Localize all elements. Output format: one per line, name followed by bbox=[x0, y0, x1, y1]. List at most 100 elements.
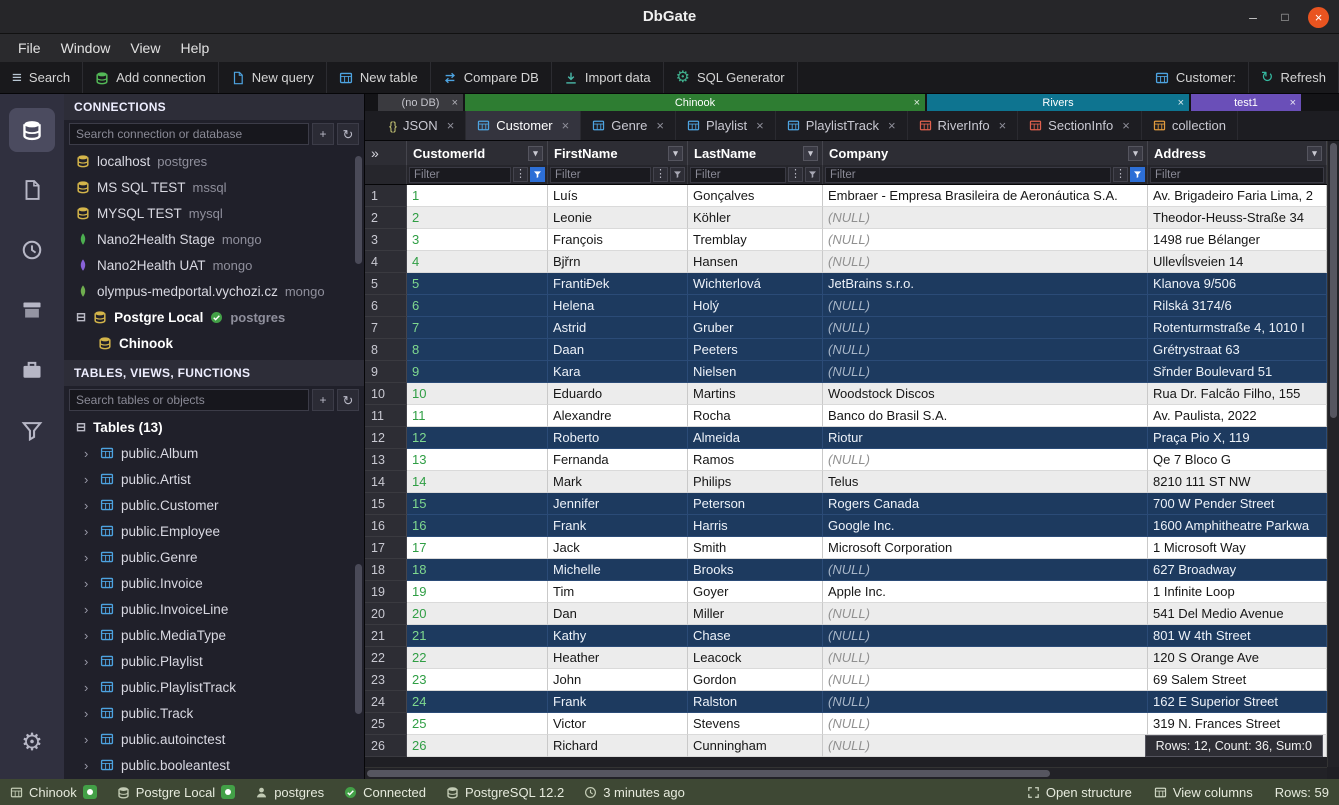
cell-lastname[interactable]: Goyer bbox=[688, 581, 823, 603]
menu-item-view[interactable]: View bbox=[120, 36, 170, 60]
cell-firstname[interactable]: Richard bbox=[548, 735, 688, 757]
rail-item-cell-data[interactable] bbox=[9, 408, 55, 452]
close-icon[interactable]: × bbox=[452, 97, 458, 109]
cell-company[interactable]: Microsoft Corporation bbox=[823, 537, 1148, 559]
cell-address[interactable]: 801 W 4th Street bbox=[1148, 625, 1327, 647]
cell-customerid[interactable]: 19 bbox=[407, 581, 548, 603]
tab-playlist[interactable]: Playlist× bbox=[676, 111, 776, 140]
cell-lastname[interactable]: Smith bbox=[688, 537, 823, 559]
connections-search-input[interactable] bbox=[69, 123, 309, 145]
cell-lastname[interactable]: Harris bbox=[688, 515, 823, 537]
toolbar-compare-db[interactable]: Compare DB bbox=[431, 62, 552, 93]
rail-item-archive[interactable] bbox=[9, 288, 55, 332]
row-number[interactable]: 23 bbox=[365, 669, 407, 691]
tab-playlisttrack[interactable]: PlaylistTrack× bbox=[776, 111, 908, 140]
cell-address[interactable]: 700 W Pender Street bbox=[1148, 493, 1327, 515]
cell-company[interactable]: (NULL) bbox=[823, 361, 1148, 383]
cell-address[interactable]: 1 Infinite Loop bbox=[1148, 581, 1327, 603]
cell-company[interactable]: JetBrains s.r.o. bbox=[823, 273, 1148, 295]
cell-firstname[interactable]: Mark bbox=[548, 471, 688, 493]
toolbar-search[interactable]: ≡Search bbox=[0, 62, 83, 93]
filter-menu-button[interactable]: ⋮ bbox=[788, 167, 803, 182]
cell-customerid[interactable]: 23 bbox=[407, 669, 548, 691]
row-number[interactable]: 3 bbox=[365, 229, 407, 251]
rail-item-connections[interactable] bbox=[9, 108, 55, 152]
row-number[interactable]: 18 bbox=[365, 559, 407, 581]
close-icon[interactable]: × bbox=[1122, 118, 1130, 133]
column-header-customerid[interactable]: CustomerId▾ bbox=[407, 141, 548, 165]
rail-item-files[interactable] bbox=[9, 168, 55, 212]
menu-item-file[interactable]: File bbox=[8, 36, 51, 60]
filter-menu-button[interactable]: ⋮ bbox=[513, 167, 528, 182]
cell-address[interactable]: 1 Microsoft Way bbox=[1148, 537, 1327, 559]
cell-customerid[interactable]: 9 bbox=[407, 361, 548, 383]
cell-firstname[interactable]: Bjřrn bbox=[548, 251, 688, 273]
cell-customerid[interactable]: 3 bbox=[407, 229, 548, 251]
row-number[interactable]: 16 bbox=[365, 515, 407, 537]
cell-company[interactable]: (NULL) bbox=[823, 603, 1148, 625]
connection-item-nano2health-uat[interactable]: Nano2Health UATmongo bbox=[64, 252, 364, 278]
close-icon[interactable]: × bbox=[888, 118, 896, 133]
row-number[interactable]: 12 bbox=[365, 427, 407, 449]
cell-address[interactable]: Ullevĺlsveien 14 bbox=[1148, 251, 1327, 273]
connection-item-ms-sql-test[interactable]: MS SQL TESTmssql bbox=[64, 174, 364, 200]
table-item-public-invoiceline[interactable]: ›public.InvoiceLine bbox=[64, 596, 364, 622]
cell-company[interactable]: (NULL) bbox=[823, 735, 1148, 757]
row-number[interactable]: 17 bbox=[365, 537, 407, 559]
cell-address[interactable]: Sřnder Boulevard 51 bbox=[1148, 361, 1327, 383]
cell-customerid[interactable]: 4 bbox=[407, 251, 548, 273]
cell-address[interactable]: Praça Pio X, 119 bbox=[1148, 427, 1327, 449]
connections-scrollbar[interactable] bbox=[355, 156, 362, 264]
cell-address[interactable]: Theodor-Heuss-Straße 34 bbox=[1148, 207, 1327, 229]
cell-firstname[interactable]: Leonie bbox=[548, 207, 688, 229]
tables-group-header[interactable]: ⊟Tables (13) bbox=[64, 414, 364, 440]
cell-address[interactable]: Rotenturmstraße 4, 1010 I bbox=[1148, 317, 1327, 339]
cell-customerid[interactable]: 16 bbox=[407, 515, 548, 537]
row-number[interactable]: 14 bbox=[365, 471, 407, 493]
filter-menu-button[interactable]: ⋮ bbox=[653, 167, 668, 182]
cell-company[interactable]: (NULL) bbox=[823, 713, 1148, 735]
vertical-scroll-thumb[interactable] bbox=[1330, 143, 1337, 418]
connection-item-localhost[interactable]: localhostpostgres bbox=[64, 148, 364, 174]
minimize-button[interactable]: – bbox=[1244, 8, 1262, 26]
toolbar-new-query[interactable]: New query bbox=[219, 62, 327, 93]
cell-firstname[interactable]: Astrid bbox=[548, 317, 688, 339]
cell-customerid[interactable]: 6 bbox=[407, 295, 548, 317]
filter-input-customerid[interactable] bbox=[409, 167, 511, 183]
cell-lastname[interactable]: Chase bbox=[688, 625, 823, 647]
cell-company[interactable]: (NULL) bbox=[823, 559, 1148, 581]
cell-company[interactable]: Embraer - Empresa Brasileira de Aeronáut… bbox=[823, 185, 1148, 207]
tab-group-test1[interactable]: test1× bbox=[1191, 94, 1301, 111]
row-number[interactable]: 8 bbox=[365, 339, 407, 361]
cell-firstname[interactable]: Frank bbox=[548, 691, 688, 713]
table-item-public-playlist[interactable]: ›public.Playlist bbox=[64, 648, 364, 674]
cell-lastname[interactable]: Gordon bbox=[688, 669, 823, 691]
row-number[interactable]: 10 bbox=[365, 383, 407, 405]
cell-customerid[interactable]: 10 bbox=[407, 383, 548, 405]
close-button[interactable]: × bbox=[1308, 7, 1329, 28]
column-header-address[interactable]: Address▾ bbox=[1148, 141, 1327, 165]
cell-address[interactable]: Klanova 9/506 bbox=[1148, 273, 1327, 295]
cell-lastname[interactable]: Ralston bbox=[688, 691, 823, 713]
tab-riverinfo[interactable]: RiverInfo× bbox=[908, 111, 1019, 140]
row-number[interactable]: 22 bbox=[365, 647, 407, 669]
cell-firstname[interactable]: Heather bbox=[548, 647, 688, 669]
rail-item-history[interactable] bbox=[9, 228, 55, 272]
cell-customerid[interactable]: 26 bbox=[407, 735, 548, 757]
cell-address[interactable]: 162 E Superior Street bbox=[1148, 691, 1327, 713]
row-number[interactable]: 25 bbox=[365, 713, 407, 735]
cell-company[interactable]: Telus bbox=[823, 471, 1148, 493]
close-icon[interactable]: × bbox=[447, 118, 455, 133]
cell-address[interactable]: Qe 7 Bloco G bbox=[1148, 449, 1327, 471]
table-item-public-genre[interactable]: ›public.Genre bbox=[64, 544, 364, 570]
column-header-firstname[interactable]: FirstName▾ bbox=[548, 141, 688, 165]
toolbar-sql-generator[interactable]: ⚙SQL Generator bbox=[664, 62, 798, 93]
cell-firstname[interactable]: John bbox=[548, 669, 688, 691]
row-number[interactable]: 13 bbox=[365, 449, 407, 471]
row-number[interactable]: 15 bbox=[365, 493, 407, 515]
tables-plus-button[interactable]: + bbox=[312, 389, 334, 411]
cell-lastname[interactable]: Peeters bbox=[688, 339, 823, 361]
cell-address[interactable]: 627 Broadway bbox=[1148, 559, 1327, 581]
column-dropdown-button[interactable]: ▾ bbox=[1128, 146, 1143, 161]
table-item-public-track[interactable]: ›public.Track bbox=[64, 700, 364, 726]
